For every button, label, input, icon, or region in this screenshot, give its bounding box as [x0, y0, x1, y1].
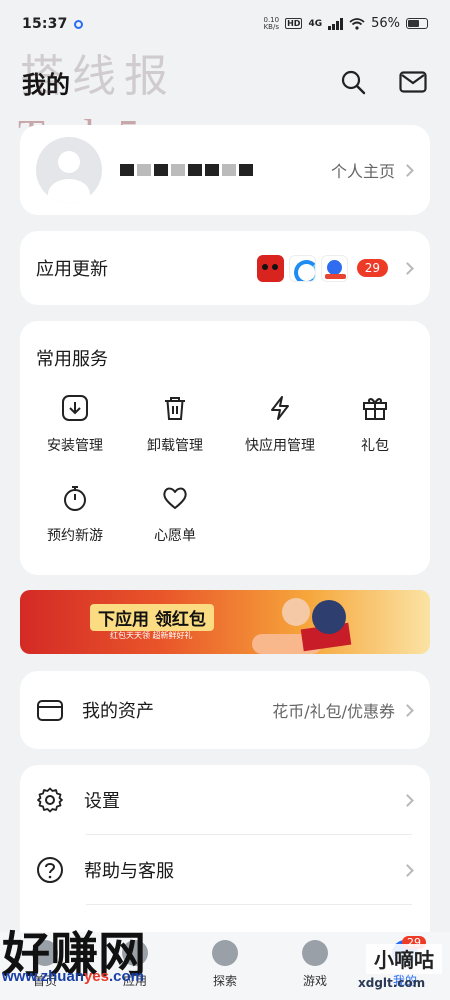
page-title: 我的: [22, 70, 70, 99]
net-speed: 0.10 KB/s: [263, 15, 280, 31]
banner-subtitle: 红包天天领 超新鲜好礼: [110, 631, 193, 640]
notification-icon: [73, 20, 83, 29]
nav-home[interactable]: 首页: [0, 932, 90, 1000]
chevron-right-icon: [401, 163, 414, 177]
nav-label: 首页: [32, 974, 57, 988]
nav-explore[interactable]: 探索: [180, 932, 270, 1000]
network-type: 4G: [308, 18, 323, 29]
service-label: 心愿单: [154, 528, 196, 544]
service-wishlist[interactable]: 心愿单: [124, 483, 226, 545]
service-gift-pack[interactable]: 礼包: [324, 393, 426, 455]
status-time: 15:37: [22, 16, 68, 32]
battery-icon: [406, 18, 428, 29]
bottom-nav: 首页 应用 探索 游戏 我的: [0, 932, 450, 1000]
service-label: 卸载管理: [147, 438, 203, 454]
service-game-reservation[interactable]: 预约新游: [24, 483, 126, 545]
nav-label: 探索: [212, 974, 237, 988]
profile-link[interactable]: 个人主页: [330, 158, 414, 182]
service-label: 安装管理: [47, 438, 103, 454]
service-label: 礼包: [361, 438, 389, 454]
my-assets-summary: 花币/礼包/优惠券: [272, 702, 395, 721]
signal-icon: [328, 17, 344, 30]
search-button[interactable]: [338, 67, 368, 97]
app-updates-row[interactable]: 应用更新 29: [20, 231, 430, 305]
mail-icon: [399, 71, 427, 93]
nav-label: 游戏: [302, 974, 327, 988]
banner-character: [282, 598, 310, 626]
user-name-redacted: [120, 164, 253, 176]
my-assets-link[interactable]: 花币/礼包/优惠券: [272, 698, 414, 722]
help-row[interactable]: 帮助与客服: [36, 835, 414, 905]
service-uninstall-manager[interactable]: 卸载管理: [124, 393, 226, 455]
services-card: 常用服务 安装管理 卸载管理 快应用管理 礼包 预约新游 心愿单: [20, 321, 430, 575]
banner-character: [312, 600, 346, 634]
status-bar: 15:37 0.10 KB/s HD 4G 56%: [0, 0, 450, 52]
gamepad-icon: [302, 940, 328, 966]
page-header: 我的: [0, 56, 450, 108]
profile-card[interactable]: 个人主页: [20, 125, 430, 215]
planet-icon: [212, 940, 238, 966]
nav-label: 应用: [122, 974, 147, 988]
settings-row[interactable]: 设置: [36, 765, 414, 835]
status-right: 0.10 KB/s HD 4G 56%: [263, 15, 428, 31]
services-label: 常用服务: [36, 349, 108, 370]
chevron-right-icon: [401, 261, 414, 275]
update-count-badge: 29: [356, 259, 388, 277]
nav-games[interactable]: 游戏: [270, 932, 360, 1000]
chevron-right-icon: [401, 703, 414, 717]
browser-icon: [288, 254, 316, 282]
nav-label: 我的: [392, 974, 417, 988]
app-updates-summary: 29: [256, 254, 414, 282]
heart-icon: [160, 483, 190, 513]
service-label: 预约新游: [47, 528, 103, 544]
apps-icon: [122, 940, 148, 966]
chevron-right-icon: [401, 793, 414, 807]
service-install-manager[interactable]: 安装管理: [24, 393, 126, 455]
baidu-icon: [320, 254, 348, 282]
avatar[interactable]: [36, 137, 102, 203]
promo-banner[interactable]: 下应用 领红包 红包天天领 超新鲜好礼: [20, 590, 430, 654]
gear-icon: [37, 787, 63, 813]
my-assets-label: 我的资产: [82, 701, 154, 722]
hd-icon: HD: [285, 18, 303, 29]
gift-icon: [360, 393, 390, 423]
header-actions: [338, 67, 428, 97]
app-updates-label: 应用更新: [36, 259, 108, 280]
messages-button[interactable]: [398, 67, 428, 97]
help-label: 帮助与客服: [84, 861, 174, 882]
wifi-icon: [349, 17, 365, 30]
my-assets-row[interactable]: 我的资产 花币/礼包/优惠券: [20, 671, 430, 749]
lightning-icon: [265, 393, 295, 423]
chevron-right-icon: [401, 863, 414, 877]
nav-badge: 29: [402, 936, 426, 949]
tmall-icon: [256, 254, 284, 282]
profile-link-label: 个人主页: [330, 162, 395, 181]
service-label: 快应用管理: [245, 438, 315, 454]
nav-apps[interactable]: 应用: [90, 932, 180, 1000]
banner-title: 下应用 领红包: [90, 604, 214, 631]
wallet-icon: [37, 700, 63, 721]
help-icon: [37, 857, 63, 883]
home-icon: [32, 940, 58, 966]
search-icon: [341, 70, 366, 95]
download-icon: [60, 393, 90, 423]
settings-label: 设置: [84, 791, 120, 812]
service-quick-app-manager[interactable]: 快应用管理: [224, 393, 336, 455]
trash-icon: [160, 393, 190, 423]
battery-percent: 56%: [371, 16, 400, 31]
stopwatch-icon: [60, 483, 90, 513]
